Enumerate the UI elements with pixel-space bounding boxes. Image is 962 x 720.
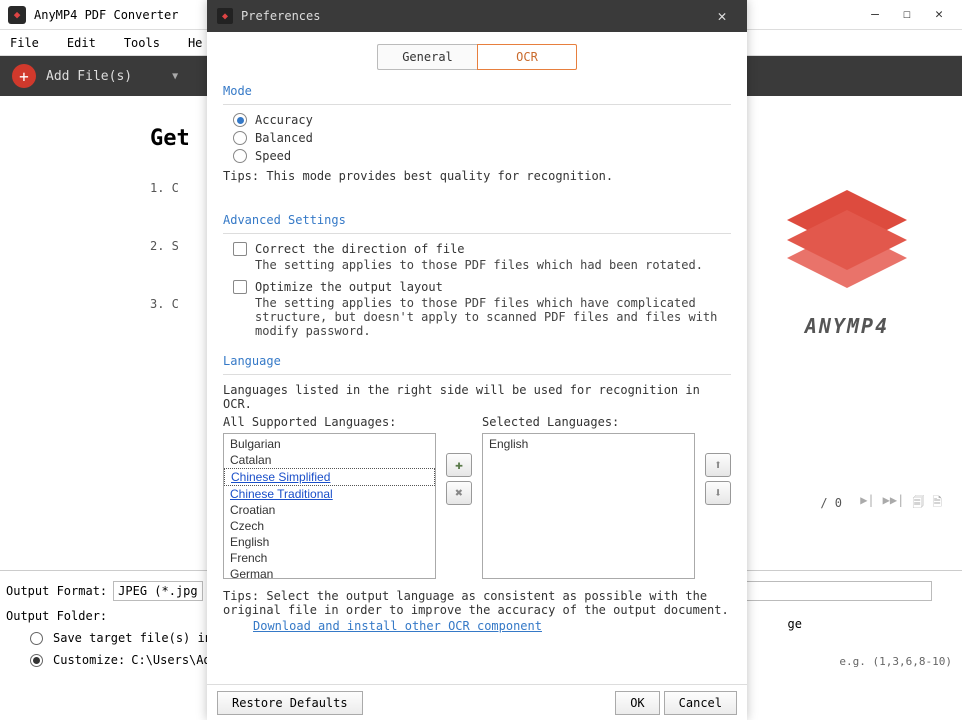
- menu-tools[interactable]: Tools: [124, 36, 160, 50]
- list-item[interactable]: Chinese Simplified: [224, 468, 435, 486]
- language-section-label: Language: [223, 354, 731, 368]
- menu-file[interactable]: File: [10, 36, 39, 50]
- mode-balanced-radio[interactable]: [233, 131, 247, 145]
- optimize-layout-checkbox[interactable]: [233, 280, 247, 294]
- tab-ocr[interactable]: OCR: [477, 44, 577, 70]
- selected-languages-head: Selected Languages:: [482, 415, 695, 429]
- tab-row: General OCR: [223, 44, 731, 70]
- output-folder-label: Output Folder:: [6, 609, 107, 623]
- correct-direction-checkbox[interactable]: [233, 242, 247, 256]
- maximize-button[interactable]: ☐: [892, 3, 922, 27]
- mode-tip: Tips: This mode provides best quality fo…: [223, 169, 731, 183]
- mode-accuracy-label: Accuracy: [255, 113, 313, 127]
- dialog-titlebar: ◆ Preferences ✕: [207, 0, 747, 32]
- mode-balanced-label: Balanced: [255, 131, 313, 145]
- advanced-section-label: Advanced Settings: [223, 213, 731, 227]
- window-controls: — ☐ ✕: [860, 3, 954, 27]
- menu-help[interactable]: He: [188, 36, 202, 50]
- mode-speed-radio[interactable]: [233, 149, 247, 163]
- divider: [223, 233, 731, 234]
- divider: [223, 104, 731, 105]
- page-counter: / 0: [820, 496, 842, 510]
- list-item[interactable]: English: [224, 534, 435, 550]
- save-target-label: Save target file(s) in s: [53, 631, 226, 645]
- menu-edit[interactable]: Edit: [67, 36, 96, 50]
- brand-logo: ANYMP4: [772, 180, 922, 338]
- output-format-field[interactable]: [113, 581, 203, 601]
- all-languages-head: All Supported Languages:: [223, 415, 436, 429]
- list-item[interactable]: French: [224, 550, 435, 566]
- remove-language-button[interactable]: ✖: [446, 481, 472, 505]
- chevron-down-icon[interactable]: ▼: [172, 71, 178, 82]
- snapshot-icon[interactable]: 🗎: [932, 493, 942, 514]
- range-hint: e.g. (1,3,6,8-10): [839, 655, 952, 668]
- optimize-layout-label: Optimize the output layout: [255, 280, 443, 294]
- list-item[interactable]: Chinese Traditional: [224, 486, 435, 502]
- app-logo-icon: ◆: [8, 6, 26, 24]
- save-target-radio[interactable]: [30, 632, 43, 645]
- dialog-footer: Restore Defaults OK Cancel: [207, 684, 747, 720]
- mode-section-label: Mode: [223, 84, 731, 98]
- move-down-button[interactable]: ⬇: [705, 481, 731, 505]
- copy-icon[interactable]: 🗐: [912, 493, 924, 514]
- list-item[interactable]: Bulgarian: [224, 436, 435, 452]
- ok-button[interactable]: OK: [615, 691, 659, 715]
- selected-languages-listbox[interactable]: English: [482, 433, 695, 579]
- add-language-button[interactable]: ✚: [446, 453, 472, 477]
- dialog-body: General OCR Mode Accuracy Balanced Speed…: [207, 32, 747, 684]
- dialog-close-button[interactable]: ✕: [707, 7, 737, 25]
- prev-page-icon[interactable]: ▶|: [860, 493, 874, 514]
- customize-radio[interactable]: [30, 654, 43, 667]
- list-item[interactable]: Czech: [224, 518, 435, 534]
- add-files-label: Add File(s): [46, 69, 132, 84]
- next-page-icon[interactable]: ▶▶|: [883, 493, 905, 514]
- divider: [223, 374, 731, 375]
- plus-icon: +: [12, 64, 36, 88]
- move-up-button[interactable]: ⬆: [705, 453, 731, 477]
- all-languages-listbox[interactable]: Bulgarian Catalan Chinese Simplified Chi…: [223, 433, 436, 579]
- range-input[interactable]: [742, 581, 932, 601]
- dialog-logo-icon: ◆: [217, 8, 233, 24]
- language-area: All Supported Languages: Bulgarian Catal…: [223, 415, 731, 579]
- mode-accuracy-radio[interactable]: [233, 113, 247, 127]
- language-tip: Tips: Select the output language as cons…: [223, 589, 731, 617]
- correct-direction-note: The setting applies to those PDF files w…: [255, 258, 731, 272]
- language-note: Languages listed in the right side will …: [223, 383, 731, 411]
- brand-text: ANYMP4: [772, 314, 922, 338]
- minimize-button[interactable]: —: [860, 3, 890, 27]
- preferences-dialog: ◆ Preferences ✕ General OCR Mode Accurac…: [207, 0, 747, 720]
- list-item[interactable]: Catalan: [224, 452, 435, 468]
- correct-direction-label: Correct the direction of file: [255, 242, 465, 256]
- list-item[interactable]: Croatian: [224, 502, 435, 518]
- optimize-layout-note: The setting applies to those PDF files w…: [255, 296, 731, 338]
- tab-general[interactable]: General: [377, 44, 477, 70]
- customize-label: Customize:: [53, 653, 125, 667]
- list-item[interactable]: English: [483, 436, 694, 452]
- restore-defaults-button[interactable]: Restore Defaults: [217, 691, 363, 715]
- download-ocr-link[interactable]: Download and install other OCR component: [253, 619, 542, 633]
- range-label: ge: [788, 617, 802, 631]
- list-item[interactable]: German: [224, 566, 435, 579]
- cancel-button[interactable]: Cancel: [664, 691, 737, 715]
- close-button[interactable]: ✕: [924, 3, 954, 27]
- add-files-button[interactable]: + Add File(s) ▼: [12, 64, 178, 88]
- dialog-title: Preferences: [241, 9, 707, 23]
- mode-speed-label: Speed: [255, 149, 291, 163]
- output-format-label: Output Format:: [6, 584, 107, 598]
